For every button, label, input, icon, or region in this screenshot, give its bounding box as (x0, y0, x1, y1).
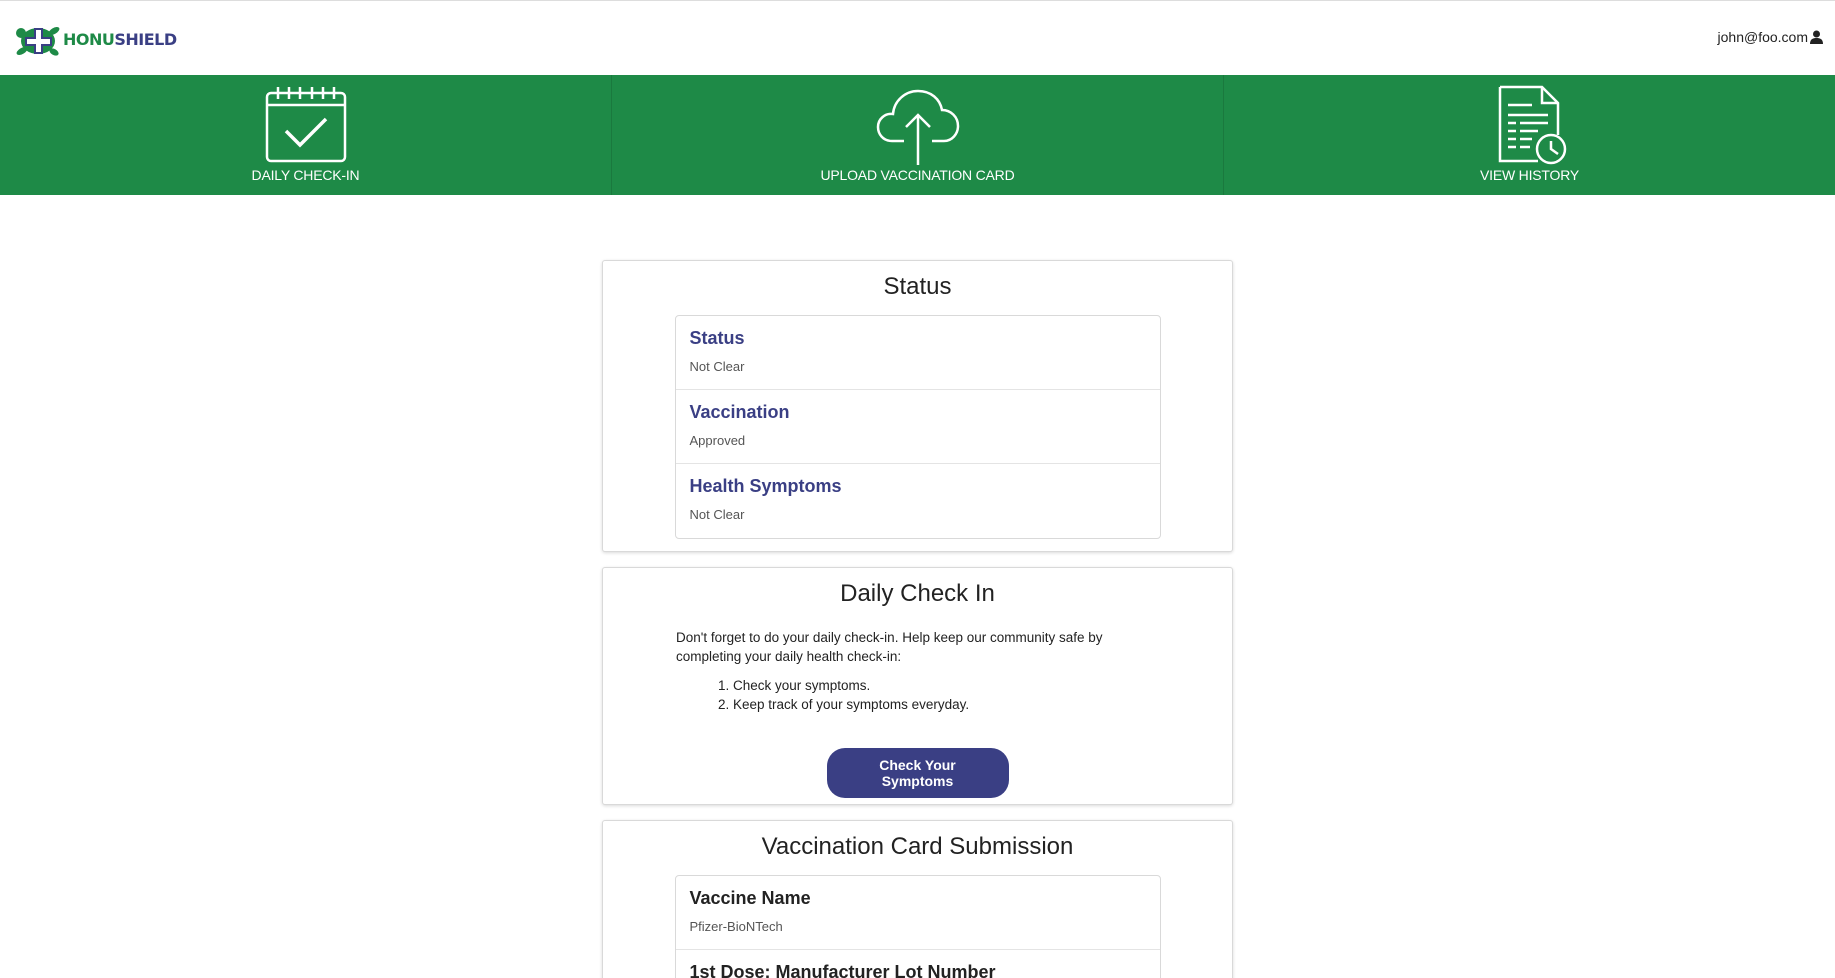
list-item: Health Symptoms Not Clear (676, 464, 1160, 538)
list-item: 2. Keep track of your symptoms everyday. (718, 697, 970, 712)
vaccination-value: Approved (689, 433, 746, 448)
top-bar: HONUSHIELD john@foo.com (0, 0, 1835, 75)
nav-label: DAILY CHECK-IN (251, 167, 360, 183)
list-item: Status Not Clear (675, 316, 1160, 390)
card-title: Status (883, 273, 952, 300)
nav-label: VIEW HISTORY (1480, 167, 1579, 183)
nav-upload-vaccination-card[interactable]: UPLOAD VACCINATION CARD (612, 75, 1224, 195)
list-item: Vaccination Approved (675, 390, 1160, 464)
user-menu[interactable]: john@foo.com (1718, 29, 1823, 45)
vaccine-name-label: Vaccine Name (689, 888, 811, 908)
logo-text: HONUSHIELD (63, 29, 177, 49)
list-item: 1st Dose: Manufacturer Lot Number (676, 950, 1160, 978)
vaccination-label: Vaccination (689, 402, 790, 422)
check-in-description: Don't forget to do your daily check-in. … (676, 630, 1103, 664)
list-item: 1. Check your symptoms. (718, 678, 871, 693)
logo[interactable]: HONUSHIELD (14, 19, 177, 59)
daily-check-in-card: Daily Check In Don't forget to do your d… (602, 567, 1233, 805)
main-nav: DAILY CHECK-IN UPLOAD VACCINATION CARD V… (0, 75, 1835, 195)
user-icon (1810, 30, 1823, 44)
vaccine-name-value: Pfizer-BioNTech (689, 919, 783, 934)
status-list: Status Not Clear Vaccination Approved He… (674, 315, 1161, 539)
nav-view-history[interactable]: VIEW HISTORY (1224, 75, 1835, 195)
status-label: Status (689, 328, 745, 348)
check-symptoms-button[interactable]: Check Your Symptoms (826, 748, 1009, 798)
check-in-steps: 1. Check your symptoms. 2. Keep track of… (718, 676, 1232, 714)
health-symptoms-value: Not Clear (689, 507, 745, 522)
status-card: Status Status Not Clear Vaccination Appr… (602, 260, 1233, 552)
user-email: john@foo.com (1717, 29, 1808, 45)
nav-label: UPLOAD VACCINATION CARD (820, 167, 1015, 183)
card-title: Daily Check In (840, 580, 995, 607)
turtle-cross-logo-icon (16, 27, 60, 56)
health-symptoms-label: Health Symptoms (689, 476, 842, 496)
card-title: Vaccination Card Submission (761, 833, 1074, 860)
vaccination-card-submission: Vaccination Card Submission Vaccine Name… (602, 820, 1233, 978)
nav-daily-check-in[interactable]: DAILY CHECK-IN (0, 75, 612, 195)
status-value: Not Clear (689, 359, 745, 374)
document-clock-icon (1498, 85, 1566, 165)
list-item: Vaccine Name Pfizer-BioNTech (675, 876, 1160, 950)
vaccination-list: Vaccine Name Pfizer-BioNTech 1st Dose: M… (674, 875, 1161, 978)
calendar-check-icon (265, 87, 346, 163)
first-dose-lot-label: 1st Dose: Manufacturer Lot Number (689, 962, 996, 978)
cloud-upload-icon (876, 89, 959, 165)
